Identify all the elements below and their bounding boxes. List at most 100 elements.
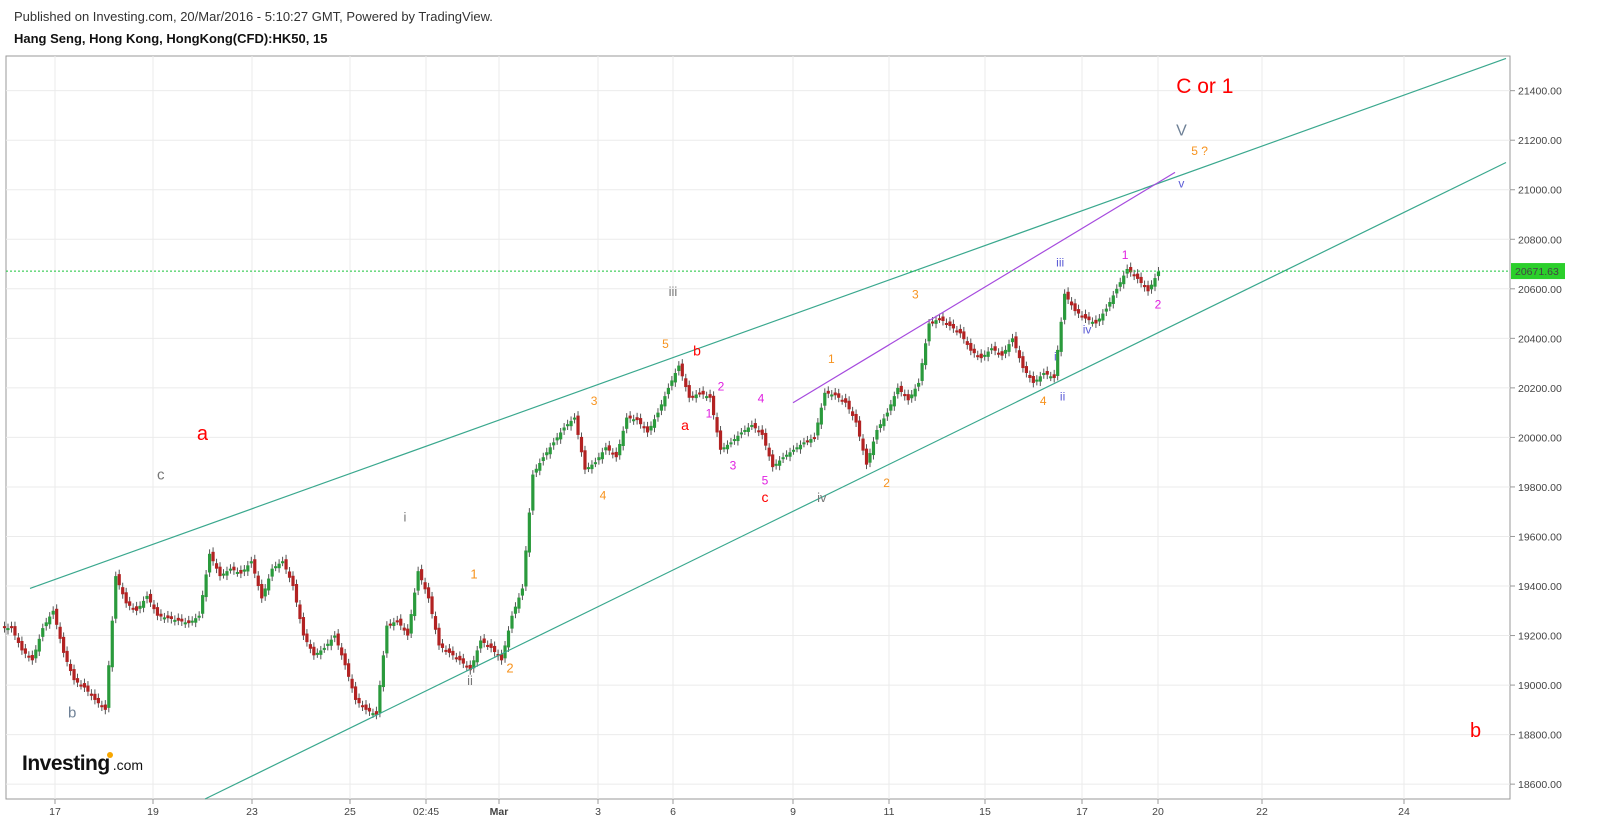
candle-body	[718, 430, 723, 450]
candle-body	[1115, 288, 1119, 294]
candle-body	[871, 441, 876, 456]
candle-body	[506, 630, 511, 648]
candle-body	[135, 606, 139, 611]
price-chart[interactable]: bcaibii12345iiiba12345c iv1234iiiiiiiv12v…	[0, 0, 1600, 820]
wave-label: 2	[718, 379, 725, 393]
x-tick-label: 17	[49, 806, 61, 818]
x-tick-label: 24	[1398, 806, 1410, 818]
wave-label: c	[157, 467, 165, 484]
candle-body	[701, 390, 705, 395]
candle-body	[367, 707, 372, 712]
candle-body	[910, 394, 914, 399]
candle-body	[565, 424, 570, 427]
wave-label: i	[404, 510, 407, 525]
candle-body	[62, 636, 66, 653]
candle-body	[204, 574, 208, 598]
candle-body	[482, 638, 486, 643]
time-axis[interactable]: 17 19 23 25 02:45 Mar 3 6 9 11 15 17 20 22 24	[49, 799, 1410, 818]
candle-body	[722, 447, 726, 450]
wave-label: ii	[1060, 389, 1065, 403]
candle-body	[896, 387, 900, 395]
candle-body	[30, 655, 34, 661]
y-tick-label: 18600.00	[1518, 779, 1562, 791]
candle-body	[433, 616, 438, 630]
candle-body	[48, 616, 52, 625]
candle-body	[941, 316, 945, 322]
candle-body	[913, 388, 917, 397]
candle-body	[406, 628, 410, 636]
candle-body	[228, 568, 233, 571]
candle-body	[520, 588, 525, 596]
candle-body	[58, 626, 62, 639]
candle-body	[656, 412, 660, 418]
candle-body	[691, 395, 695, 398]
candle-body	[986, 351, 990, 357]
wave-label: 2	[1155, 298, 1162, 312]
candle-body	[1007, 344, 1011, 352]
candle-body	[180, 618, 184, 622]
wave-label: iv	[817, 490, 827, 505]
candle-body	[381, 655, 385, 688]
x-tick-label: 19	[147, 806, 159, 818]
candle-body	[218, 566, 222, 577]
candle-body	[680, 363, 684, 377]
candle-body	[114, 576, 118, 619]
candle-body	[878, 424, 883, 428]
wave-label: v	[1178, 176, 1184, 190]
candle-body	[65, 650, 69, 662]
wave-labels: bcaibii12345iiiba12345c iv1234iiiiiiiv12v…	[68, 75, 1481, 742]
wave-label: C or 1	[1176, 75, 1233, 98]
candle-body	[385, 625, 389, 654]
candle-body	[854, 413, 858, 423]
candle-body	[37, 638, 41, 652]
candle-body	[1031, 375, 1035, 383]
candle-body	[819, 407, 823, 425]
candle-body	[357, 697, 361, 704]
candle-body	[576, 415, 580, 435]
candle-body	[1142, 285, 1147, 288]
candle-body	[461, 658, 465, 664]
candle-body	[531, 474, 535, 511]
wave-label: 1	[828, 352, 835, 366]
candle-body	[2, 626, 7, 629]
candle-body	[663, 396, 667, 407]
candle-body	[246, 565, 250, 572]
candle-body	[833, 392, 837, 396]
y-tick-label: 20200.00	[1518, 383, 1562, 395]
wave-label: 5	[662, 337, 669, 351]
candle-body	[169, 616, 173, 620]
wave-label: iii	[1056, 256, 1064, 270]
candle-body	[572, 417, 577, 420]
candle-body	[1080, 315, 1084, 318]
price-axis[interactable]: 21400.00 21200.00 21000.00 20800.00 20600.00…	[1510, 86, 1565, 791]
candle-body	[614, 451, 618, 458]
candle-body	[475, 650, 479, 663]
candle-body	[207, 553, 212, 573]
candle-body	[673, 373, 677, 383]
candle-body	[534, 468, 538, 473]
x-tick-label: Mar	[490, 806, 509, 818]
candle-body	[632, 419, 636, 422]
candle-body	[951, 323, 956, 329]
candle-body	[548, 447, 552, 455]
candle-body	[1024, 366, 1028, 374]
candle-body	[1136, 273, 1140, 279]
candle-body	[1063, 293, 1067, 320]
candle-body	[816, 422, 820, 436]
candle-body	[131, 607, 135, 610]
candle-body	[1097, 318, 1101, 322]
candle-body	[976, 355, 980, 358]
candle-body	[746, 427, 750, 432]
candle-body	[955, 330, 959, 333]
candle-body	[420, 569, 424, 581]
wave-label: i	[1054, 350, 1057, 364]
candle-body	[1042, 373, 1046, 376]
y-tick-label: 21400.00	[1518, 86, 1562, 98]
x-tick-label: 17	[1076, 806, 1088, 818]
candle-body	[844, 398, 848, 403]
candle-body	[214, 563, 219, 569]
candle-body	[778, 460, 782, 466]
candle-body	[600, 452, 604, 460]
candle-body	[798, 444, 803, 450]
candle-body	[809, 439, 813, 443]
